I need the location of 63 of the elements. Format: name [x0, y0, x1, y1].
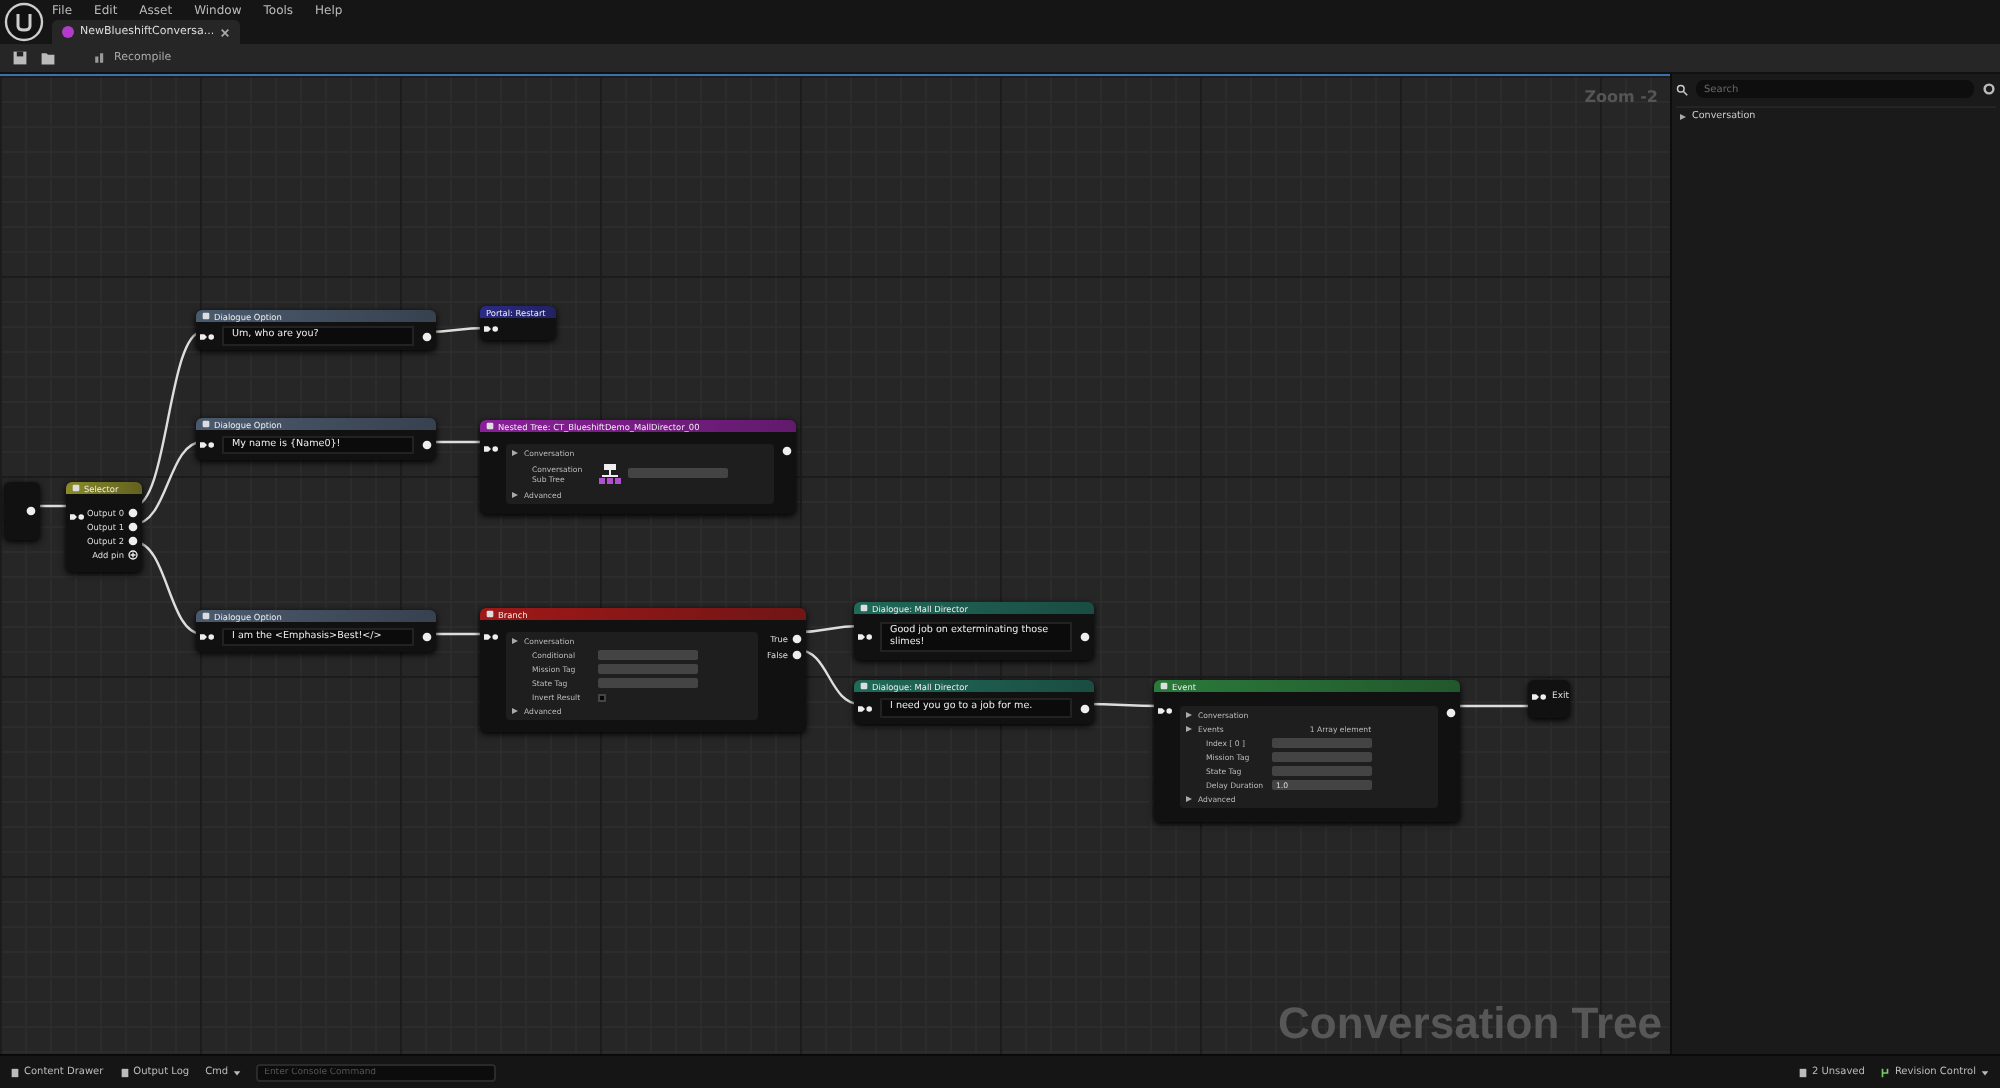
- graph-node[interactable]: [4, 482, 40, 540]
- output-pin-icon[interactable]: [26, 506, 36, 516]
- output-pin-icon[interactable]: [422, 440, 432, 450]
- exec-pin-icon[interactable]: [70, 511, 84, 521]
- document-icon: [10, 1067, 20, 1077]
- property-field[interactable]: [1272, 738, 1372, 748]
- node-type-icon: [860, 604, 868, 612]
- output-pin-icon[interactable]: [792, 634, 802, 644]
- folder-icon[interactable]: [40, 50, 56, 66]
- output-pin-icon[interactable]: [422, 632, 432, 642]
- node-type-icon: [486, 422, 494, 430]
- exec-pin-icon[interactable]: [858, 632, 872, 642]
- node-type-icon: [860, 682, 868, 690]
- close-icon[interactable]: [220, 27, 231, 37]
- output-pin-icon[interactable]: [128, 507, 138, 517]
- node-type-icon: [202, 612, 210, 620]
- exec-pin-icon[interactable]: [484, 632, 498, 642]
- output-pin-icon[interactable]: [1080, 632, 1090, 642]
- checkbox[interactable]: [598, 693, 606, 701]
- node-type-icon: [202, 312, 210, 320]
- caret-icon[interactable]: [1186, 726, 1192, 732]
- exec-pin-icon[interactable]: [484, 443, 498, 453]
- node-type-icon: [72, 484, 80, 492]
- property-field[interactable]: [598, 678, 698, 688]
- output-pin-icon[interactable]: [422, 331, 432, 341]
- exec-pin-icon[interactable]: [200, 331, 214, 341]
- caret-icon: [1980, 1067, 1990, 1077]
- node-type-icon: [202, 420, 210, 428]
- exec-pin-icon[interactable]: [858, 703, 872, 713]
- property-field[interactable]: [598, 650, 698, 660]
- engine-logo-icon[interactable]: [4, 2, 44, 42]
- caret-icon[interactable]: [512, 491, 518, 497]
- add-pin-icon[interactable]: [128, 549, 138, 559]
- exec-pin-icon[interactable]: [200, 440, 214, 450]
- search-icon: [1676, 83, 1688, 95]
- output-pin-icon[interactable]: [1080, 703, 1090, 713]
- output-pin-icon[interactable]: [128, 521, 138, 531]
- caret-icon[interactable]: [1186, 796, 1192, 802]
- graph-title: Conversation Tree: [1278, 998, 1662, 1050]
- exec-pin-icon[interactable]: [484, 324, 498, 334]
- save-icon[interactable]: [12, 50, 28, 66]
- output-pin-icon[interactable]: [782, 445, 792, 455]
- caret-icon[interactable]: [1186, 712, 1192, 718]
- exec-pin-icon[interactable]: [1532, 692, 1546, 702]
- output-pin-icon[interactable]: [792, 650, 802, 660]
- caret-icon: [232, 1067, 243, 1077]
- document-icon: [1797, 1067, 1808, 1077]
- tree-asset-icon: [598, 461, 622, 485]
- document-icon: [119, 1067, 130, 1077]
- caret-icon[interactable]: [1680, 114, 1686, 120]
- output-pin-icon[interactable]: [128, 535, 138, 545]
- caret-icon[interactable]: [512, 449, 518, 455]
- node-type-icon: [486, 610, 494, 618]
- exec-pin-icon[interactable]: [1158, 706, 1172, 716]
- property-field[interactable]: [598, 664, 698, 674]
- caret-icon[interactable]: [512, 708, 518, 714]
- output-pin-icon[interactable]: [1446, 708, 1456, 718]
- property-field[interactable]: [1272, 766, 1372, 776]
- caret-icon[interactable]: [512, 638, 518, 644]
- branch-icon: [1880, 1067, 1891, 1077]
- node-type-icon: [1160, 682, 1168, 690]
- property-field[interactable]: [1272, 752, 1372, 762]
- exec-pin-icon[interactable]: [200, 632, 214, 642]
